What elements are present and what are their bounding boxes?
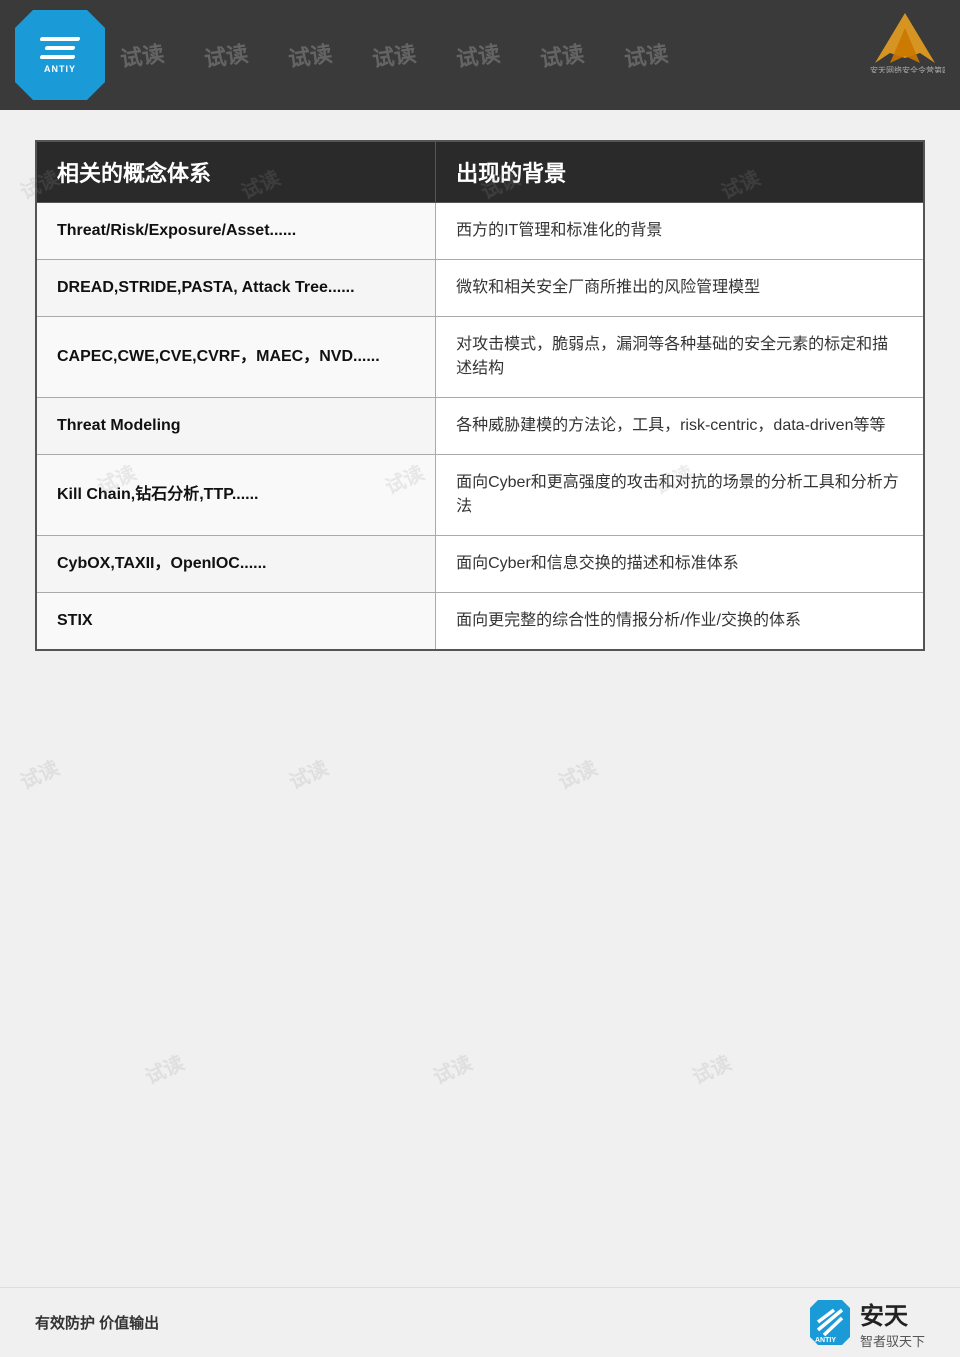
page-wm-8: 试读	[15, 752, 64, 795]
table-cell-col2-2: 对攻击模式，脆弱点，漏洞等各种基础的安全元素的标定和描述结构	[436, 317, 924, 398]
table-row: Threat Modeling各种威胁建模的方法论，工具，risk-centri…	[36, 398, 924, 455]
wm-2: 试读	[202, 36, 250, 74]
wm-1: 试读	[118, 36, 166, 74]
main-content: 试读 试读 试读 试读 试读 试读 试读 试读 试读 试读 试读 试读 试读 相…	[0, 110, 960, 1290]
page-wm-9: 试读	[284, 752, 333, 795]
table-row: CAPEC,CWE,CVE,CVRF，MAEC，NVD......对攻击模式，脆…	[36, 317, 924, 398]
table-cell-col2-1: 微软和相关安全厂商所推出的风险管理模型	[436, 260, 924, 317]
page-wm-11: 试读	[140, 1047, 189, 1090]
header: ANTIY 试读 试读 试读 试读 试读 试读 试读 安天网络安全令营第四届	[0, 0, 960, 110]
table-cell-col2-3: 各种威胁建模的方法论，工具，risk-centric，data-driven等等	[436, 398, 924, 455]
table-row: STIX面向更完整的综合性的情报分析/作业/交换的体系	[36, 593, 924, 651]
table-cell-col2-6: 面向更完整的综合性的情报分析/作业/交换的体系	[436, 593, 924, 651]
col1-header: 相关的概念体系	[36, 141, 436, 203]
antiy-icon: ANTIY	[810, 1300, 850, 1345]
wm-7: 试读	[622, 36, 670, 74]
wm-3: 试读	[286, 36, 334, 74]
antiy-brand-container: ANTIY 安天 智者驭天下	[810, 1296, 925, 1350]
logo-lines	[40, 37, 80, 59]
brand-name-text: 安天	[860, 1296, 925, 1331]
header-logo: ANTIY	[15, 10, 105, 100]
main-table: 相关的概念体系 出现的背景 Threat/Risk/Exposure/Asset…	[35, 140, 925, 651]
table-cell-col1-6: STIX	[36, 593, 436, 651]
table-row: Threat/Risk/Exposure/Asset......西方的IT管理和…	[36, 203, 924, 260]
table-header-row: 相关的概念体系 出现的背景	[36, 141, 924, 203]
table-cell-col1-2: CAPEC,CWE,CVE,CVRF，MAEC，NVD......	[36, 317, 436, 398]
logo-line-1	[39, 37, 80, 41]
table-cell-col1-1: DREAD,STRIDE,PASTA, Attack Tree......	[36, 260, 436, 317]
table-cell-col2-5: 面向Cyber和信息交换的描述和标准体系	[436, 536, 924, 593]
svg-text:安天网络安全令营第四届: 安天网络安全令营第四届	[870, 65, 945, 73]
wm-4: 试读	[370, 36, 418, 74]
logo-line-3	[39, 55, 75, 59]
page-wm-13: 试读	[687, 1047, 736, 1090]
table-row: DREAD,STRIDE,PASTA, Attack Tree......微软和…	[36, 260, 924, 317]
wm-6: 试读	[538, 36, 586, 74]
header-right-brand: 安天网络安全令营第四届	[865, 8, 945, 78]
col2-header: 出现的背景	[436, 141, 924, 203]
svg-text:ANTIY: ANTIY	[815, 1337, 836, 1344]
wm-5: 试读	[454, 36, 502, 74]
table-cell-col2-0: 西方的IT管理和标准化的背景	[436, 203, 924, 260]
logo-line-2	[44, 46, 75, 50]
page-wm-10: 试读	[553, 752, 602, 795]
footer-brand: ANTIY 安天 智者驭天下	[810, 1296, 925, 1350]
table-cell-col1-4: Kill Chain,钻石分析,TTP......	[36, 455, 436, 536]
table-row: CybOX,TAXII，OpenIOC......面向Cyber和信息交换的描述…	[36, 536, 924, 593]
logo-label: ANTIY	[44, 64, 76, 74]
header-watermarks: 试读 试读 试读 试读 试读 试读 试读	[0, 0, 960, 110]
table-cell-col2-4: 面向Cyber和更高强度的攻击和对抗的场景的分析工具和分析方法	[436, 455, 924, 536]
page-wm-12: 试读	[428, 1047, 477, 1090]
brand-suffix-text: 智者驭天下	[860, 1331, 925, 1350]
table-cell-col1-0: Threat/Risk/Exposure/Asset......	[36, 203, 436, 260]
table-cell-col1-3: Threat Modeling	[36, 398, 436, 455]
footer: 有效防护 价值输出 ANTIY 安天 智者驭天下	[0, 1287, 960, 1357]
table-row: Kill Chain,钻石分析,TTP......面向Cyber和更高强度的攻击…	[36, 455, 924, 536]
table-cell-col1-5: CybOX,TAXII，OpenIOC......	[36, 536, 436, 593]
footer-tagline: 有效防护 价值输出	[35, 1312, 159, 1333]
